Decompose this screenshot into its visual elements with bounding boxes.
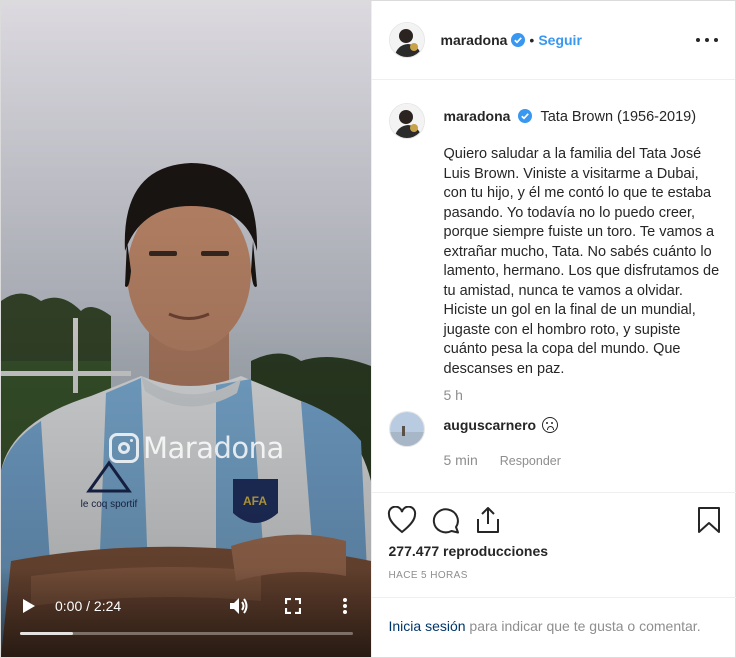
- verified-badge-icon: [511, 33, 526, 47]
- play-icon[interactable]: [19, 596, 39, 616]
- share-icon[interactable]: [473, 505, 503, 535]
- caption-username[interactable]: maradona: [444, 108, 511, 124]
- video-watermark: Maradona: [109, 431, 284, 465]
- login-prompt: Inicia sesión para indicar que te gusta …: [371, 597, 736, 657]
- separator-dot: •: [529, 32, 535, 48]
- comment-icon[interactable]: [431, 506, 461, 536]
- volume-icon[interactable]: [229, 596, 249, 616]
- reply-button[interactable]: Responder: [500, 454, 561, 468]
- avatar[interactable]: [388, 411, 425, 447]
- action-bar: [372, 494, 736, 550]
- watermark-label: Maradona: [143, 431, 284, 465]
- author-username[interactable]: maradona: [441, 32, 508, 48]
- crying-face-icon: [542, 417, 559, 433]
- comments-section: maradona Tata Brown (1956-2019) Quiero s…: [371, 81, 736, 493]
- post-timestamp: Hace 5 horas: [388, 570, 468, 581]
- video-player[interactable]: AFA le coq sportif Maradona 0:00 / 2:24: [1, 1, 371, 657]
- video-time: 0:00 / 2:24: [55, 598, 122, 614]
- comment-username-line: auguscarnero: [444, 417, 559, 433]
- view-count[interactable]: 277.477 reproducciones: [389, 543, 549, 559]
- comment-time[interactable]: 5 min: [444, 452, 478, 468]
- caption-header: maradona Tata Brown (1956-2019): [444, 108, 697, 125]
- video-progress[interactable]: [20, 632, 353, 635]
- bookmark-icon[interactable]: [697, 506, 727, 536]
- comment-meta: 5 min Responder: [444, 452, 561, 468]
- login-prompt-text: para indicar que te gusta o comentar.: [465, 618, 701, 634]
- fullscreen-icon[interactable]: [283, 596, 303, 616]
- caption-title: Tata Brown (1956-2019): [540, 109, 697, 125]
- avatar[interactable]: [388, 103, 425, 139]
- caption-body: Quiero saludar a la familia del Tata Jos…: [443, 146, 720, 377]
- heart-icon[interactable]: [387, 505, 417, 536]
- video-frame: AFA le coq sportif: [1, 1, 371, 657]
- follow-button[interactable]: Seguir: [538, 32, 582, 48]
- more-vertical-icon[interactable]: [335, 596, 355, 616]
- avatar[interactable]: [388, 22, 425, 58]
- comment-username[interactable]: auguscarnero: [444, 417, 537, 433]
- verified-badge-icon: [518, 109, 533, 123]
- more-options-icon[interactable]: [696, 29, 718, 51]
- post-header: maradona • Seguir: [371, 1, 735, 80]
- instagram-post: AFA le coq sportif Maradona 0:00 / 2:24: [0, 0, 736, 658]
- comment-item: auguscarnero 5 min Responder: [388, 411, 719, 471]
- video-progress-fill: [20, 632, 74, 635]
- instagram-icon: [109, 433, 139, 463]
- post-sidebar: maradona • Seguir maradona Tata Brown (1…: [370, 1, 736, 657]
- login-link[interactable]: Inicia sesión: [389, 618, 466, 634]
- caption-time[interactable]: 5 h: [444, 387, 463, 403]
